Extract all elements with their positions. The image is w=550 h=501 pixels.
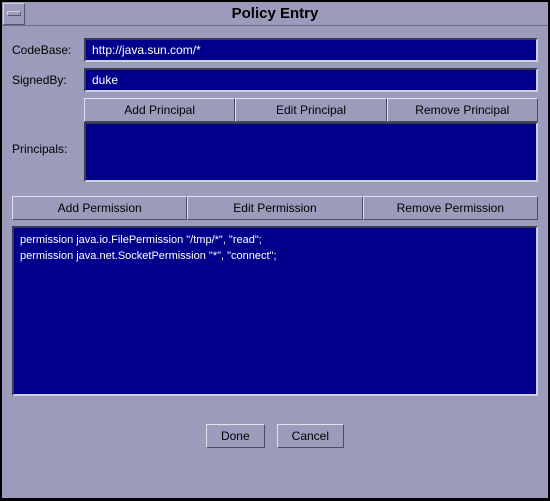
titlebar: Policy Entry bbox=[2, 2, 548, 26]
edit-permission-button[interactable]: Edit Permission bbox=[187, 196, 362, 220]
content-area: CodeBase: SignedBy: Principals: Add Prin… bbox=[2, 26, 548, 498]
principals-label: Principals: bbox=[12, 98, 84, 182]
permission-item[interactable]: permission java.net.SocketPermission "*"… bbox=[20, 248, 530, 264]
dialog-button-row: Done Cancel bbox=[12, 424, 538, 448]
remove-permission-button[interactable]: Remove Permission bbox=[363, 196, 538, 220]
signedby-label: SignedBy: bbox=[12, 73, 84, 87]
permissions-list[interactable]: permission java.io.FilePermission "/tmp/… bbox=[12, 226, 538, 396]
policy-entry-window: Policy Entry CodeBase: SignedBy: Princip… bbox=[1, 1, 549, 499]
remove-principal-button[interactable]: Remove Principal bbox=[387, 98, 538, 122]
add-principal-button[interactable]: Add Principal bbox=[84, 98, 235, 122]
codebase-input[interactable] bbox=[84, 38, 538, 62]
principals-section: Principals: Add Principal Edit Principal… bbox=[12, 98, 538, 182]
codebase-label: CodeBase: bbox=[12, 43, 84, 57]
signedby-input[interactable] bbox=[84, 68, 538, 92]
signedby-row: SignedBy: bbox=[12, 68, 538, 92]
principal-button-row: Add Principal Edit Principal Remove Prin… bbox=[84, 98, 538, 122]
codebase-row: CodeBase: bbox=[12, 38, 538, 62]
permission-item[interactable]: permission java.io.FilePermission "/tmp/… bbox=[20, 232, 530, 248]
add-permission-button[interactable]: Add Permission bbox=[12, 196, 187, 220]
principals-right: Add Principal Edit Principal Remove Prin… bbox=[84, 98, 538, 182]
done-button[interactable]: Done bbox=[206, 424, 265, 448]
cancel-button[interactable]: Cancel bbox=[277, 424, 344, 448]
permission-button-row: Add Permission Edit Permission Remove Pe… bbox=[12, 196, 538, 220]
principals-list[interactable] bbox=[84, 122, 538, 182]
window-title: Policy Entry bbox=[2, 5, 548, 22]
edit-principal-button[interactable]: Edit Principal bbox=[235, 98, 386, 122]
